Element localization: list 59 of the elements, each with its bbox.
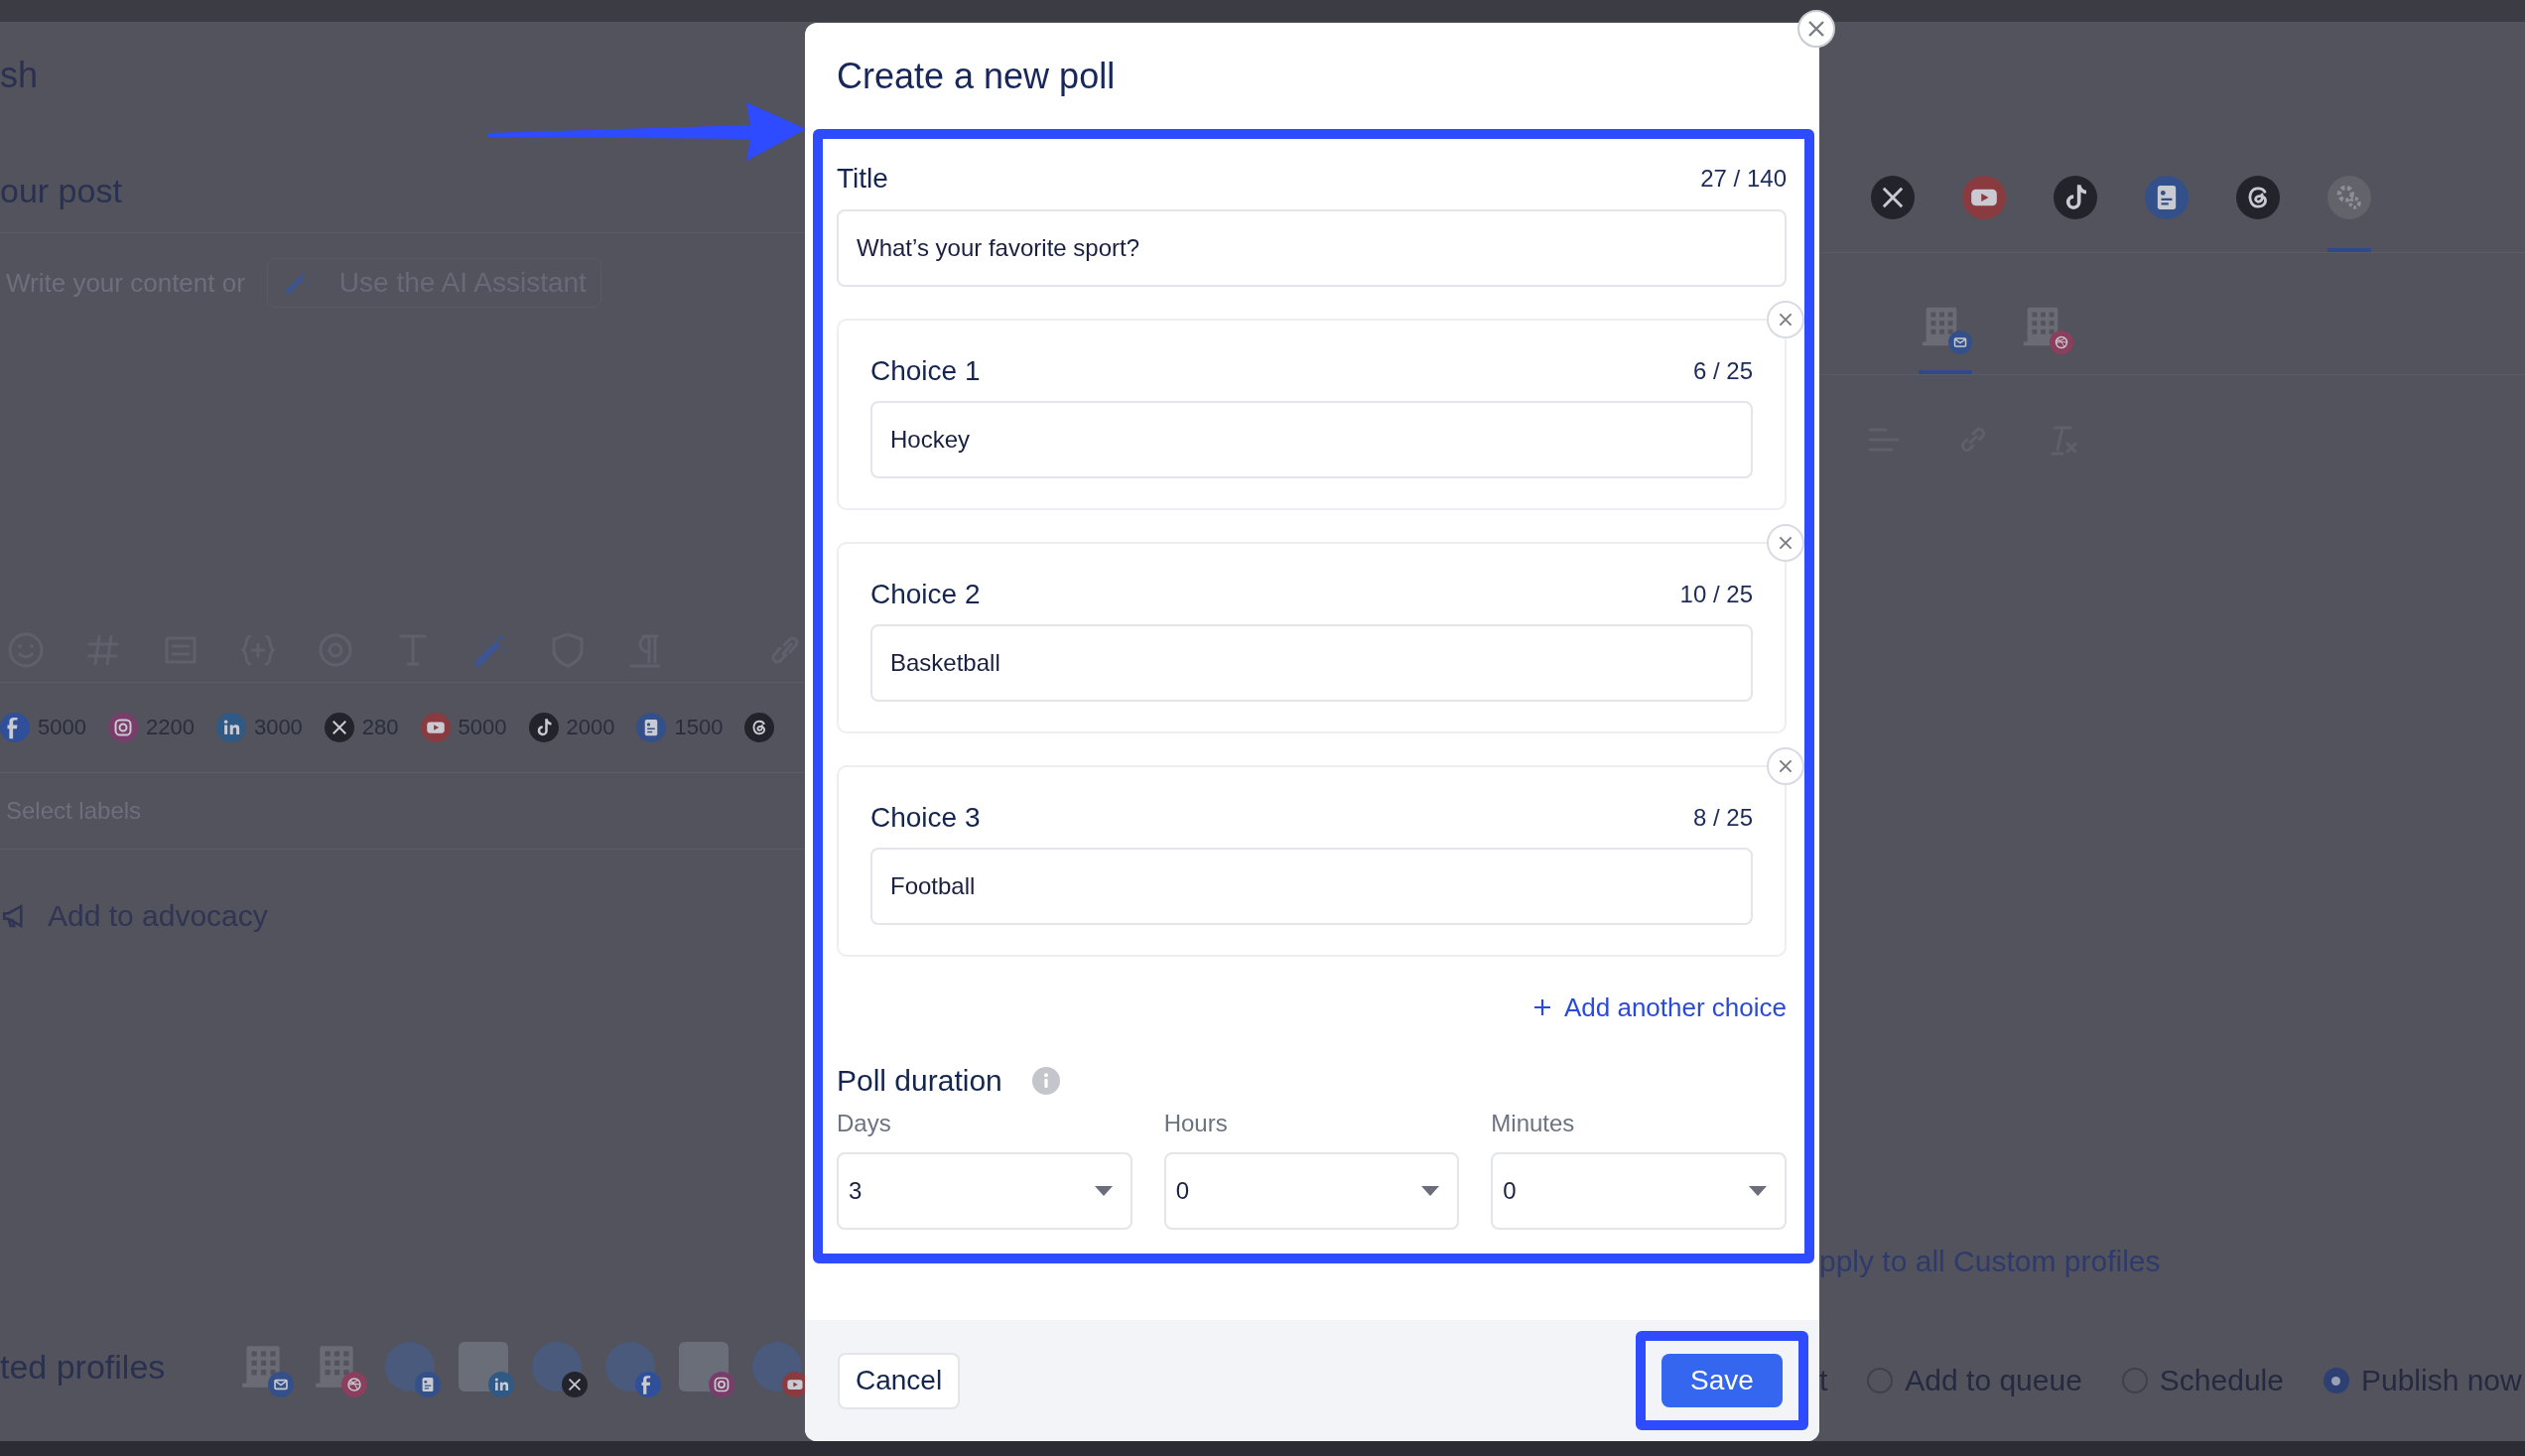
close-icon <box>1778 312 1794 328</box>
info-icon <box>1031 1067 1060 1095</box>
document-icon <box>2145 176 2189 219</box>
close-button[interactable] <box>1797 10 1835 48</box>
character-counter: 6 / 25 <box>1692 357 1753 385</box>
mail-icon <box>268 1372 294 1397</box>
field-label: Hours <box>1163 1112 1229 1135</box>
threads-icon <box>2236 176 2280 219</box>
x-logo-icon <box>562 1372 588 1397</box>
instagram-icon <box>107 713 138 742</box>
choice-label: Choice 2 <box>870 579 981 610</box>
remove-choice-button[interactable] <box>1767 747 1804 785</box>
dropdown[interactable]: 0 <box>1491 1152 1787 1230</box>
choice-label: Choice 3 <box>870 802 981 834</box>
cancel-button[interactable]: Cancel <box>838 1352 961 1409</box>
close-icon <box>1778 758 1794 774</box>
facebook-icon <box>0 713 30 742</box>
choice-input[interactable]: Basketball <box>870 624 1753 702</box>
dribbble-icon <box>341 1372 367 1397</box>
remove-choice-button[interactable] <box>1767 301 1804 338</box>
close-icon <box>1778 535 1794 551</box>
document-icon <box>415 1372 441 1397</box>
document-icon <box>636 713 667 742</box>
plus-icon <box>1531 997 1552 1017</box>
field-label: Title <box>837 163 888 195</box>
section-label: Poll duration <box>837 1066 1002 1096</box>
caret-icon <box>1421 1186 1440 1196</box>
field-label: Days <box>837 1112 892 1135</box>
character-counter: 10 / 25 <box>1679 581 1753 608</box>
radio-button[interactable] <box>2323 1368 2349 1393</box>
choice-input[interactable]: Hockey <box>870 401 1753 478</box>
tiktok-icon <box>528 713 559 742</box>
character-counter: 27 / 140 <box>1700 165 1787 193</box>
remove-choice-button[interactable] <box>1767 524 1804 562</box>
choice-input[interactable]: Football <box>870 848 1753 925</box>
facebook-icon <box>635 1372 661 1397</box>
title-input[interactable]: What’s your favorite sport? <box>837 209 1787 287</box>
dribbble-icon <box>2050 331 2073 354</box>
dropdown[interactable]: 0 <box>1163 1152 1460 1230</box>
linkedin-icon <box>215 713 246 742</box>
save-button[interactable]: Save <box>1661 1354 1783 1407</box>
instagram-icon <box>709 1372 734 1397</box>
linkedin-icon <box>488 1372 514 1397</box>
x-logo-icon <box>324 713 354 742</box>
caret-icon <box>1094 1186 1113 1196</box>
x-logo-icon <box>1871 176 1915 219</box>
youtube-icon <box>420 713 451 742</box>
dialog-title: Create a new poll <box>837 55 1116 97</box>
youtube-icon <box>1962 176 2006 219</box>
close-icon <box>1806 19 1826 39</box>
character-counter: 8 / 25 <box>1692 804 1753 832</box>
field-label: Minutes <box>1491 1112 1576 1135</box>
choice-label: Choice 1 <box>870 355 981 387</box>
threads-icon <box>744 713 775 742</box>
caret-icon <box>1749 1186 1767 1196</box>
mail-icon <box>1948 331 1972 354</box>
add-choice-link[interactable]: Add another choice <box>1531 994 1787 1020</box>
tiktok-icon <box>2054 176 2097 219</box>
dropdown[interactable]: 3 <box>837 1152 1132 1230</box>
